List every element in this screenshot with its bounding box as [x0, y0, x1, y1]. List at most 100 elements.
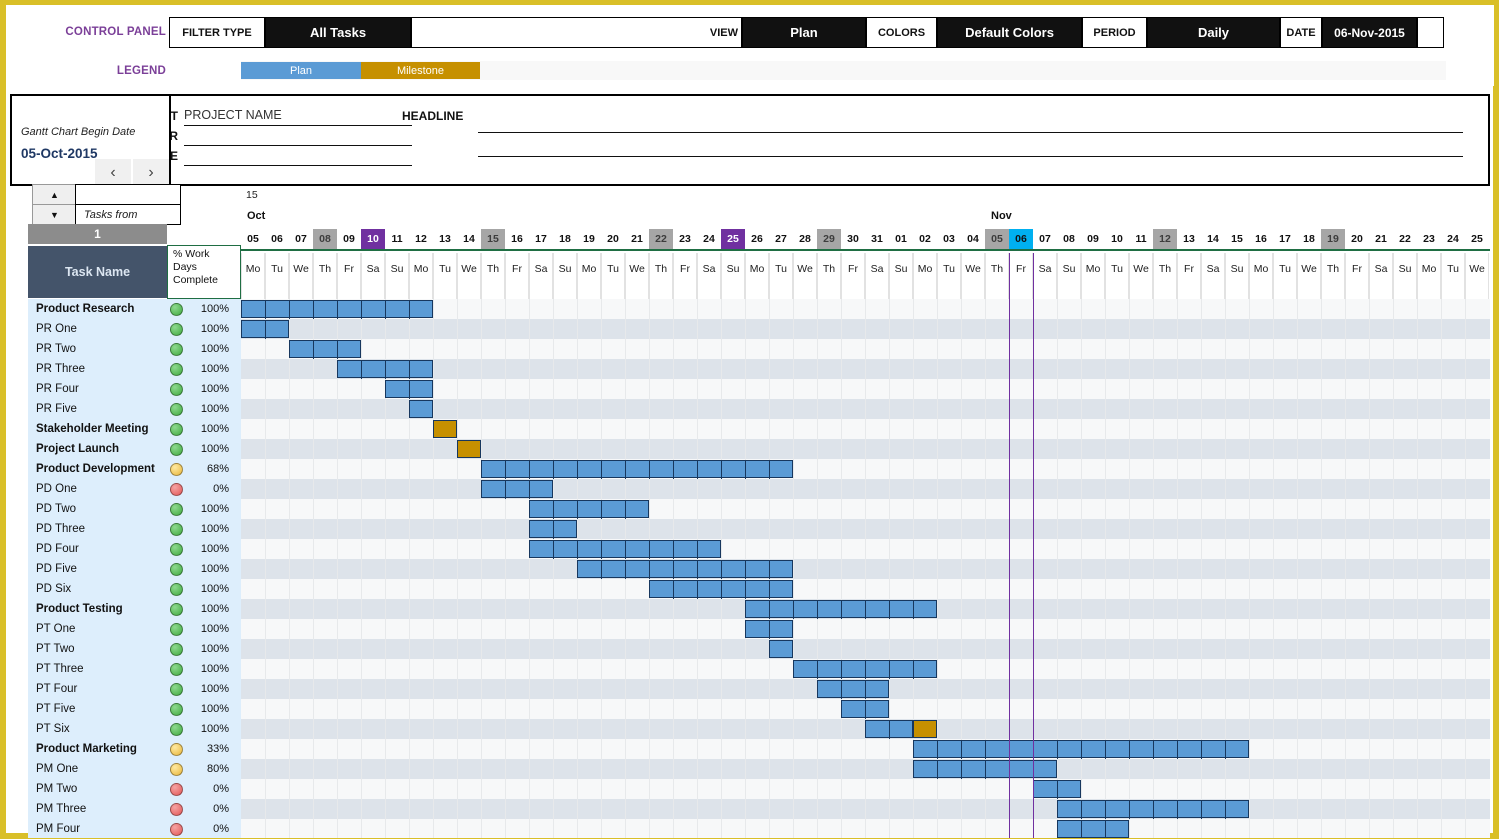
- period-value[interactable]: Daily: [1147, 17, 1280, 48]
- table-row[interactable]: Product Marketing33%: [28, 739, 1490, 759]
- task-name-cell[interactable]: PT Three: [28, 659, 167, 679]
- project-value[interactable]: PROJECT NAME: [184, 108, 404, 122]
- plan-bar[interactable]: [769, 640, 793, 658]
- task-name-cell[interactable]: Product Research: [28, 299, 167, 319]
- plan-bar[interactable]: [913, 760, 1057, 778]
- table-row[interactable]: PD Six100%: [28, 579, 1490, 599]
- plan-bar[interactable]: [241, 300, 433, 318]
- plan-bar[interactable]: [241, 320, 289, 338]
- table-row[interactable]: PR Two100%: [28, 339, 1490, 359]
- table-row[interactable]: PM Three0%: [28, 799, 1490, 819]
- table-row[interactable]: PR Three100%: [28, 359, 1490, 379]
- plan-bar[interactable]: [745, 620, 793, 638]
- plan-bar[interactable]: [1057, 820, 1129, 838]
- task-name-cell[interactable]: Stakeholder Meeting: [28, 419, 167, 439]
- table-row[interactable]: Stakeholder Meeting100%: [28, 419, 1490, 439]
- grid-line: [577, 379, 578, 399]
- table-row[interactable]: PR Five100%: [28, 399, 1490, 419]
- today-marker-line: [1033, 253, 1034, 299]
- table-row[interactable]: PD Five100%: [28, 559, 1490, 579]
- plan-bar[interactable]: [529, 500, 649, 518]
- plan-bar[interactable]: [529, 520, 577, 538]
- grid-line: [841, 779, 842, 799]
- table-row[interactable]: PT Three100%: [28, 659, 1490, 679]
- task-name-cell[interactable]: Project Launch: [28, 439, 167, 459]
- task-name-cell[interactable]: PR Two: [28, 339, 167, 359]
- scroll-down-button[interactable]: ▼: [32, 204, 77, 225]
- plan-bar[interactable]: [865, 720, 913, 738]
- plan-bar[interactable]: [793, 660, 937, 678]
- task-name-cell[interactable]: PD Five: [28, 559, 167, 579]
- task-name-cell[interactable]: Product Testing: [28, 599, 167, 619]
- table-row[interactable]: Project Launch100%: [28, 439, 1490, 459]
- task-name-cell[interactable]: PT Two: [28, 639, 167, 659]
- task-name-cell[interactable]: PD Three: [28, 519, 167, 539]
- grid-line: [1225, 719, 1226, 739]
- task-name-cell[interactable]: PR Four: [28, 379, 167, 399]
- table-row[interactable]: PM Four0%: [28, 819, 1490, 838]
- task-name-cell[interactable]: Product Development: [28, 459, 167, 479]
- table-row[interactable]: PD Four100%: [28, 539, 1490, 559]
- task-name-cell[interactable]: PD Four: [28, 539, 167, 559]
- plan-bar[interactable]: [649, 580, 793, 598]
- task-name-cell[interactable]: Product Marketing: [28, 739, 167, 759]
- task-name-cell[interactable]: PD Two: [28, 499, 167, 519]
- table-row[interactable]: PD One0%: [28, 479, 1490, 499]
- plan-bar[interactable]: [337, 360, 433, 378]
- milestone-bar[interactable]: [457, 440, 481, 458]
- task-name-cell[interactable]: PR Three: [28, 359, 167, 379]
- task-name-cell[interactable]: PR One: [28, 319, 167, 339]
- table-row[interactable]: PT One100%: [28, 619, 1490, 639]
- task-name-cell[interactable]: PD Six: [28, 579, 167, 599]
- plan-bar[interactable]: [745, 600, 937, 618]
- table-row[interactable]: PT Two100%: [28, 639, 1490, 659]
- plan-bar[interactable]: [1057, 800, 1249, 818]
- table-row[interactable]: PT Six100%: [28, 719, 1490, 739]
- prev-period-button[interactable]: ‹: [95, 159, 131, 186]
- milestone-bar[interactable]: [913, 720, 937, 738]
- task-name-cell[interactable]: PM Four: [28, 819, 167, 838]
- table-row[interactable]: Product Development68%: [28, 459, 1490, 479]
- plan-bar[interactable]: [481, 480, 553, 498]
- plan-bar[interactable]: [289, 340, 361, 358]
- plan-bar[interactable]: [409, 400, 433, 418]
- scroll-up-button[interactable]: ▲: [32, 184, 77, 205]
- table-row[interactable]: PM One80%: [28, 759, 1490, 779]
- milestone-bar[interactable]: [433, 420, 457, 438]
- plan-bar[interactable]: [1033, 780, 1081, 798]
- view-value[interactable]: Plan: [742, 17, 866, 48]
- table-row[interactable]: Product Research100%: [28, 299, 1490, 319]
- grid-line: [865, 479, 866, 499]
- filter-type-value[interactable]: All Tasks: [265, 17, 411, 48]
- task-name-cell[interactable]: PM Three: [28, 799, 167, 819]
- task-name-cell[interactable]: PR Five: [28, 399, 167, 419]
- date-value[interactable]: 06-Nov-2015: [1322, 17, 1417, 48]
- plan-bar[interactable]: [841, 700, 889, 718]
- task-name-cell[interactable]: PT One: [28, 619, 167, 639]
- task-name-cell[interactable]: PT Five: [28, 699, 167, 719]
- task-name-cell[interactable]: PD One: [28, 479, 167, 499]
- task-name-cell[interactable]: PM Two: [28, 779, 167, 799]
- plan-bar[interactable]: [481, 460, 793, 478]
- table-row[interactable]: Product Testing100%: [28, 599, 1490, 619]
- plan-bar[interactable]: [913, 740, 1249, 758]
- table-row[interactable]: PT Four100%: [28, 679, 1490, 699]
- next-period-button[interactable]: ›: [133, 159, 169, 186]
- plan-bar[interactable]: [577, 560, 793, 578]
- table-row[interactable]: PT Five100%: [28, 699, 1490, 719]
- task-name-cell[interactable]: PM One: [28, 759, 167, 779]
- table-row[interactable]: PR Four100%: [28, 379, 1490, 399]
- tasks-from-value[interactable]: 1: [28, 224, 167, 244]
- task-name-cell[interactable]: PT Four: [28, 679, 167, 699]
- table-row[interactable]: PR One100%: [28, 319, 1490, 339]
- table-row[interactable]: PD Three100%: [28, 519, 1490, 539]
- plan-bar[interactable]: [817, 680, 889, 698]
- task-name-cell[interactable]: PT Six: [28, 719, 167, 739]
- plan-bar[interactable]: [385, 380, 433, 398]
- colors-value[interactable]: Default Colors: [937, 17, 1082, 48]
- plan-bar[interactable]: [529, 540, 721, 558]
- table-row[interactable]: PD Two100%: [28, 499, 1490, 519]
- table-row[interactable]: PM Two0%: [28, 779, 1490, 799]
- bar-day-divider: [409, 301, 410, 319]
- grid-line: [313, 619, 314, 639]
